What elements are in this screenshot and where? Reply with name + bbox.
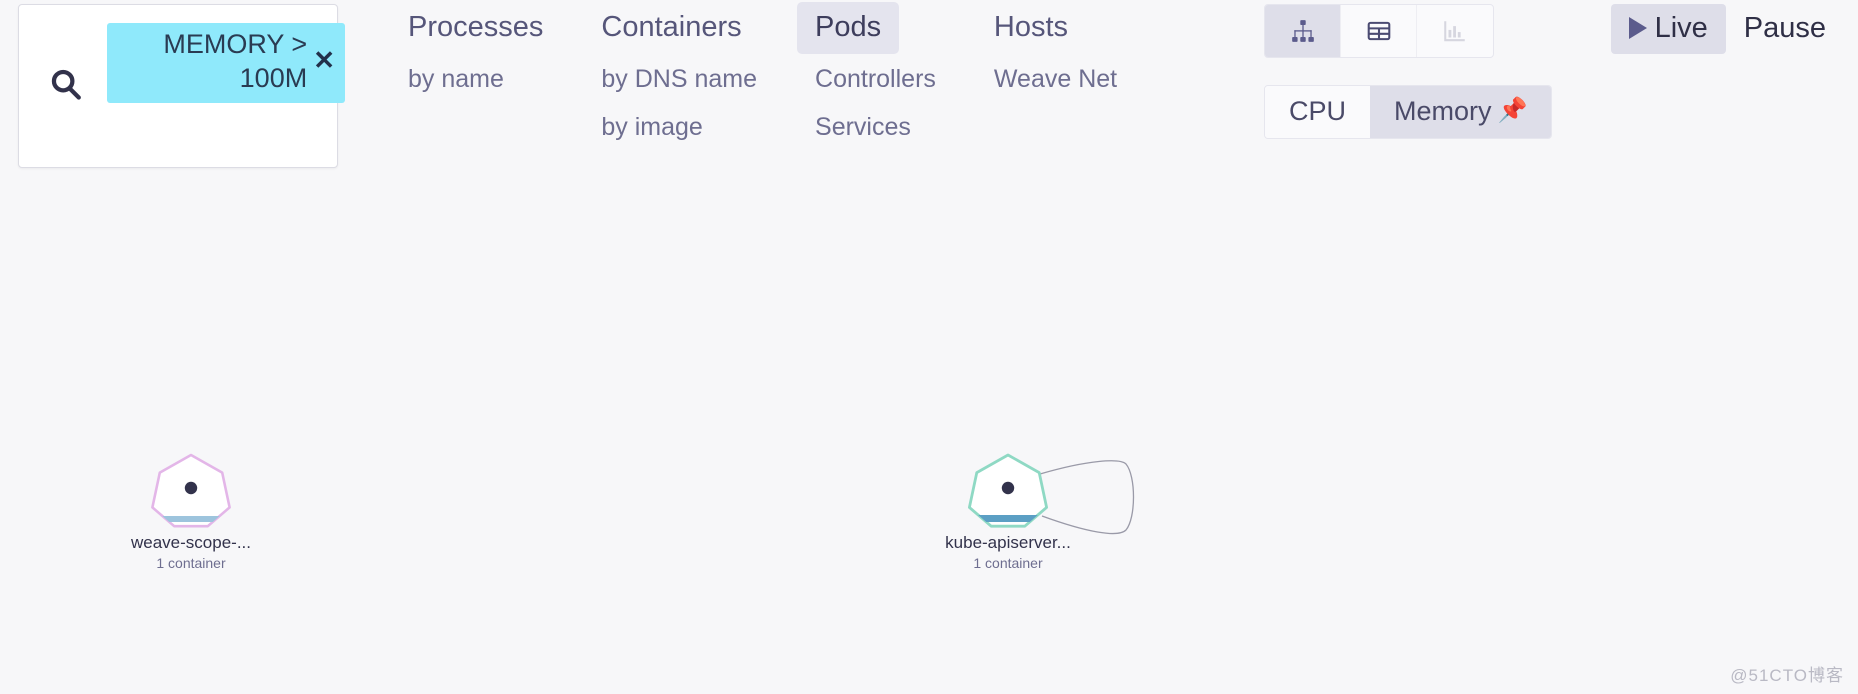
live-button-label: Live <box>1654 12 1708 44</box>
close-icon[interactable]: ✕ <box>313 47 335 75</box>
topology-subitem-by-image[interactable]: by image <box>583 102 720 150</box>
metric-toggle-group: CPU Memory 📌 <box>1264 85 1553 139</box>
graph-node-weave-scope[interactable]: weave-scope-... 1 container <box>106 450 276 573</box>
topology-item-pods[interactable]: Pods <box>797 2 900 54</box>
topology-column-pods: Pods Controllers Services <box>797 2 954 150</box>
live-button[interactable]: Live <box>1610 4 1726 54</box>
search-filter-chip[interactable]: MEMORY > 100M ✕ <box>107 23 345 103</box>
graph-node-sublabel: 1 container <box>973 555 1043 571</box>
time-controls: Live Pause <box>1610 4 1844 54</box>
metric-toggle-memory[interactable]: Memory 📌 <box>1370 86 1552 138</box>
metric-toggle-memory-label: Memory <box>1394 96 1492 126</box>
graph-node-sublabel: 1 container <box>156 555 226 571</box>
topology-item-processes[interactable]: Processes <box>390 2 561 54</box>
pin-icon[interactable]: 📌 <box>1498 99 1528 123</box>
topology-graph-canvas[interactable]: weave-scope-... 1 container kube-apiserv… <box>0 170 1858 694</box>
topology-nav: Processes by name Containers by DNS name… <box>390 2 1157 150</box>
topology-subitem-weave-net[interactable]: Weave Net <box>976 54 1135 102</box>
topology-column-processes: Processes by name <box>390 2 561 102</box>
topology-item-containers[interactable]: Containers <box>583 2 759 54</box>
resource-view-icon <box>1417 5 1493 57</box>
topology-subitem-controllers[interactable]: Controllers <box>797 54 954 102</box>
topology-subitem-by-dns-name[interactable]: by DNS name <box>583 54 775 102</box>
watermark: @51CTO博客 <box>1730 666 1844 685</box>
node-shape-heptagon <box>967 450 1135 535</box>
topology-item-hosts[interactable]: Hosts <box>976 2 1086 54</box>
graph-node-label: weave-scope-... <box>131 533 251 552</box>
search-input[interactable] <box>107 101 321 129</box>
topology-column-containers: Containers by DNS name by image <box>583 2 775 150</box>
topology-column-hosts: Hosts Weave Net <box>976 2 1135 102</box>
metric-toggle-cpu[interactable]: CPU <box>1265 86 1371 138</box>
metric-toggle-cpu-label: CPU <box>1289 96 1347 126</box>
topology-subitem-by-name[interactable]: by name <box>390 54 522 102</box>
play-icon <box>1628 17 1647 39</box>
topology-subitem-services[interactable]: Services <box>797 102 929 150</box>
table-view-icon[interactable] <box>1341 5 1417 57</box>
view-controls: CPU Memory 📌 <box>1264 4 1553 139</box>
search-box[interactable]: MEMORY > 100M ✕ <box>18 4 345 168</box>
node-shape-heptagon <box>151 450 231 530</box>
pause-button[interactable]: Pause <box>1726 4 1844 54</box>
graph-node-kube-apiserver[interactable]: kube-apiserver... 1 container <box>923 450 1135 573</box>
view-mode-group <box>1264 4 1494 58</box>
pause-button-label: Pause <box>1743 12 1826 44</box>
search-filter-chip-label: MEMORY > 100M <box>163 29 308 93</box>
graph-view-icon[interactable] <box>1265 5 1341 57</box>
search-icon[interactable] <box>49 67 83 101</box>
